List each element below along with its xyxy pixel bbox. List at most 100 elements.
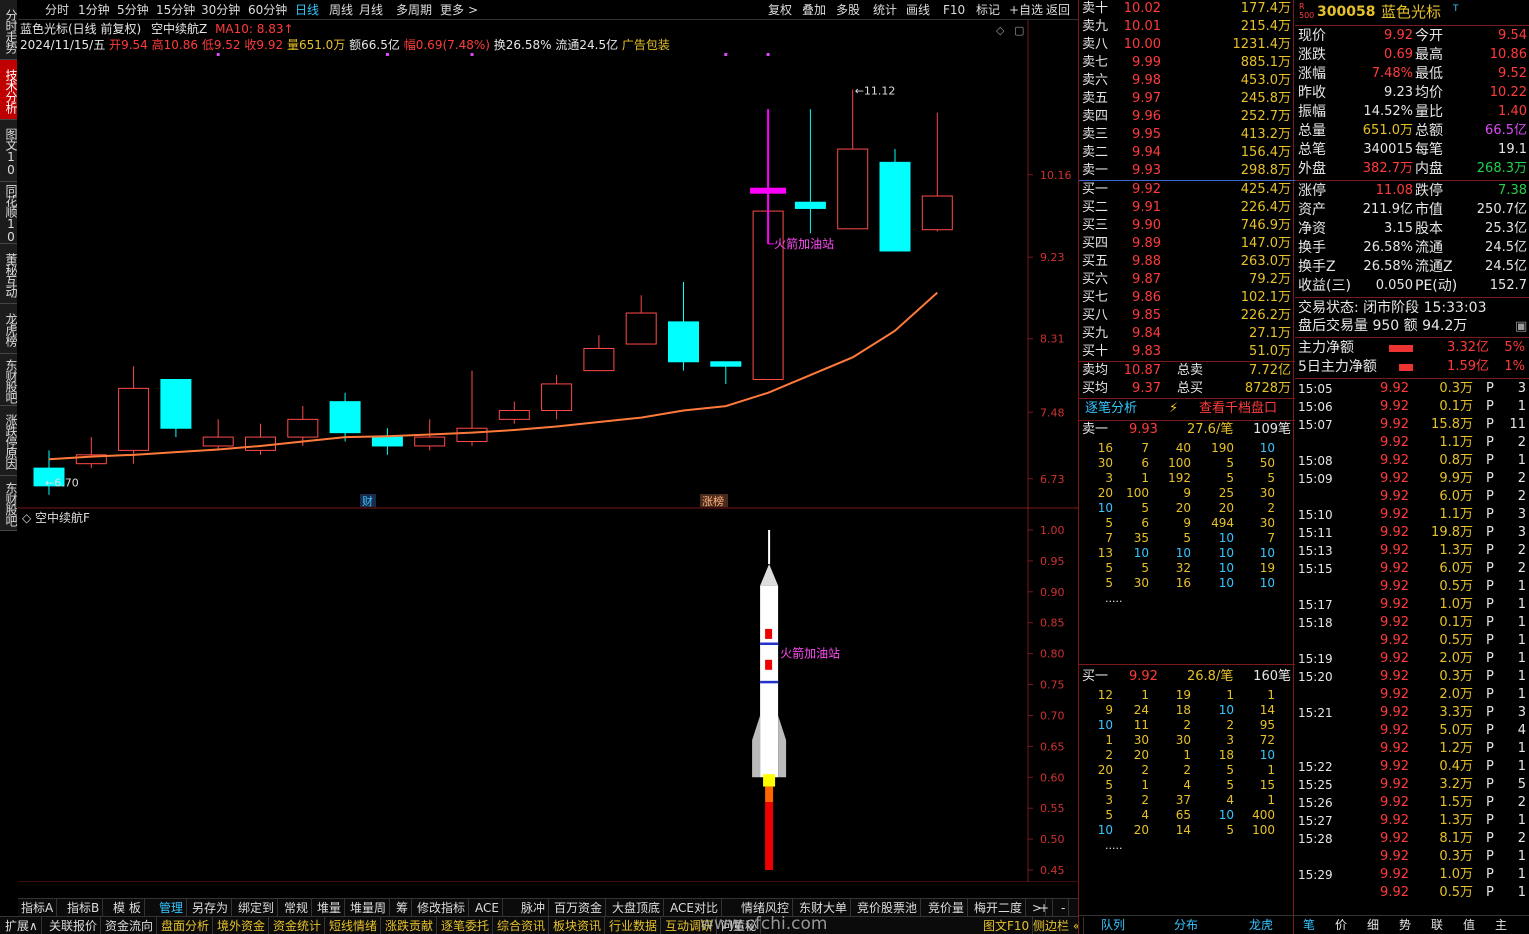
period-tab-3[interactable]: 15分钟 <box>156 0 195 20</box>
indicator-tab-14[interactable]: 大盘顶底 <box>609 899 665 917</box>
candle-body[interactable] <box>245 436 276 451</box>
book-tab-1[interactable]: 分布 <box>1174 916 1198 934</box>
bid-price[interactable]: 9.90 <box>1119 217 1161 235</box>
candle-body[interactable] <box>879 161 911 252</box>
ask-price[interactable]: 9.94 <box>1119 144 1161 162</box>
tool-3[interactable]: 统计 <box>873 0 897 20</box>
bid-price[interactable]: 9.85 <box>1119 307 1161 325</box>
detail-tab-3[interactable]: 势 <box>1399 916 1411 934</box>
indicator-tab-4[interactable]: 另存为 <box>189 899 233 917</box>
indicator-tab-20[interactable]: 梅开二度 <box>971 899 1027 917</box>
function-tab-6[interactable]: 短线情绪 <box>326 917 382 934</box>
function-tab-7[interactable]: 涨跌贡献 <box>382 917 438 934</box>
period-tab-4[interactable]: 30分钟 <box>201 0 240 20</box>
kline-chart[interactable]: 10.16 9.23 8.31 7.48 6.73 火箭加油站 ←11.12 ←6.70 财 涨榜… <box>18 20 1078 882</box>
tool-5[interactable]: F10 <box>943 0 965 20</box>
tool-7[interactable]: +自选 <box>1009 0 1043 20</box>
function-tab-0[interactable]: 扩展∧ <box>2 917 42 934</box>
candle-body[interactable] <box>794 201 826 209</box>
function-tab-11[interactable]: 行业数据 <box>606 917 662 934</box>
period-tab-7[interactable]: 周线 <box>329 0 353 20</box>
period-tab-10[interactable]: 更多 <box>440 0 464 20</box>
function-tab-4[interactable]: 境外资金 <box>214 917 270 934</box>
indicator-tab-9[interactable]: 筹 <box>393 899 413 917</box>
buy_rows-more[interactable]: ..... <box>1105 838 1122 856</box>
ask-price[interactable]: 10.01 <box>1119 18 1161 36</box>
add-icon[interactable]: + <box>1036 899 1054 917</box>
book-tab-2[interactable]: 龙虎 <box>1249 916 1273 934</box>
candle-body[interactable] <box>837 148 869 230</box>
indicator-tab-13[interactable]: 百万资金 <box>551 899 607 917</box>
tool-1[interactable]: 叠加 <box>802 0 826 20</box>
book-tab-0[interactable]: 队列 <box>1101 916 1125 934</box>
sidebar-toggle[interactable]: 侧边栏 « <box>1030 917 1085 934</box>
indicator-tab-10[interactable]: 修改指标 <box>414 899 470 917</box>
sub-indicator-title[interactable]: ◇ 空中续航F <box>22 510 90 525</box>
bid-price[interactable]: 9.86 <box>1119 289 1161 307</box>
left-tab-4[interactable]: 董秘互动 <box>0 244 18 304</box>
detail-tab-5[interactable]: 值 <box>1463 916 1475 934</box>
left-tab-3[interactable]: 同花顺10 <box>0 182 18 244</box>
period-tab-2[interactable]: 5分钟 <box>117 0 149 20</box>
detail-tab-2[interactable]: 细 <box>1367 916 1379 934</box>
function-tab-9[interactable]: 综合资讯 <box>494 917 550 934</box>
candle-body[interactable] <box>202 436 234 447</box>
stock-name[interactable]: 蓝色光标 <box>1381 3 1441 21</box>
indicator-tab-8[interactable]: 堆量周 <box>347 899 391 917</box>
tool-6[interactable]: 标记 <box>976 0 1000 20</box>
ask-price[interactable]: 9.98 <box>1119 72 1161 90</box>
indicator-tab-6[interactable]: 常规 <box>281 899 313 917</box>
indicator-tab-12[interactable]: 脉冲 <box>518 899 550 917</box>
candle-body[interactable] <box>160 378 192 429</box>
candle-body[interactable] <box>498 410 530 420</box>
function-tab-1[interactable]: 关联报价 <box>46 917 102 934</box>
candle-body[interactable] <box>625 312 657 345</box>
indicator-tab-19[interactable]: 竞价量 <box>925 899 969 917</box>
bid-price[interactable]: 9.91 <box>1119 199 1161 217</box>
candle-body[interactable] <box>118 387 150 451</box>
left-tab-8[interactable]: 东财股吧 <box>0 476 18 531</box>
tool-4[interactable]: 画线 <box>906 0 930 20</box>
f10-tab[interactable]: 图文F10 <box>980 917 1034 934</box>
zhubi-title[interactable]: 逐笔分析 <box>1085 400 1137 418</box>
function-tab-2[interactable]: 资金流向 <box>102 917 158 934</box>
candle-body[interactable] <box>668 321 699 363</box>
candle-body[interactable] <box>287 418 319 438</box>
candle-body[interactable] <box>456 427 488 443</box>
bid-price[interactable]: 9.83 <box>1119 343 1161 361</box>
more-arrow-icon[interactable]: > <box>468 0 478 20</box>
minus-icon[interactable]: - <box>1058 899 1070 917</box>
function-tab-3[interactable]: 盘面分析 <box>158 917 214 934</box>
tool-2[interactable]: 多股 <box>836 0 860 20</box>
candle-body[interactable] <box>414 436 446 447</box>
period-tab-1[interactable]: 1分钟 <box>78 0 110 20</box>
detail-tab-1[interactable]: 价 <box>1335 916 1347 934</box>
candle-body[interactable] <box>329 401 361 434</box>
bid-price[interactable]: 9.92 <box>1119 181 1161 199</box>
period-tab-0[interactable]: 分时 <box>45 0 69 20</box>
indicator-tab-1[interactable]: 指标B <box>64 899 104 917</box>
sell_rows-more[interactable]: ..... <box>1105 591 1122 609</box>
indicator-tab-5[interactable]: 绑定到 <box>235 899 279 917</box>
indicator-tab-3[interactable]: 管理 <box>156 899 188 917</box>
left-tab-0[interactable]: 分时走势 <box>0 0 18 60</box>
tool-0[interactable]: 复权 <box>768 0 792 20</box>
expand-icon[interactable]: ▣ <box>1515 318 1527 336</box>
indicator-tab-7[interactable]: 堆量 <box>314 899 346 917</box>
indicator-tab-0[interactable]: 指标A <box>18 899 58 917</box>
depth-link[interactable]: 查看千档盘口 <box>1199 400 1277 418</box>
ask-price[interactable]: 10.00 <box>1119 36 1161 54</box>
ask-price[interactable]: 9.96 <box>1119 108 1161 126</box>
period-tab-9[interactable]: 多周期 <box>396 0 432 20</box>
indicator-tab-11[interactable]: ACE <box>472 899 503 917</box>
tool-8[interactable]: 返回 <box>1046 0 1070 20</box>
ask-price[interactable]: 9.99 <box>1119 54 1161 72</box>
candle-body[interactable] <box>541 383 573 412</box>
ask-price[interactable]: 9.95 <box>1119 126 1161 144</box>
left-tab-5[interactable]: 龙虎榜 <box>0 304 18 354</box>
indicator-tab-2[interactable]: 模 板 <box>110 899 145 917</box>
period-tab-6[interactable]: 日线 <box>295 0 319 20</box>
function-tab-8[interactable]: 逐笔委托 <box>438 917 494 934</box>
period-tab-8[interactable]: 月线 <box>359 0 383 20</box>
bid-price[interactable]: 9.89 <box>1119 235 1161 253</box>
